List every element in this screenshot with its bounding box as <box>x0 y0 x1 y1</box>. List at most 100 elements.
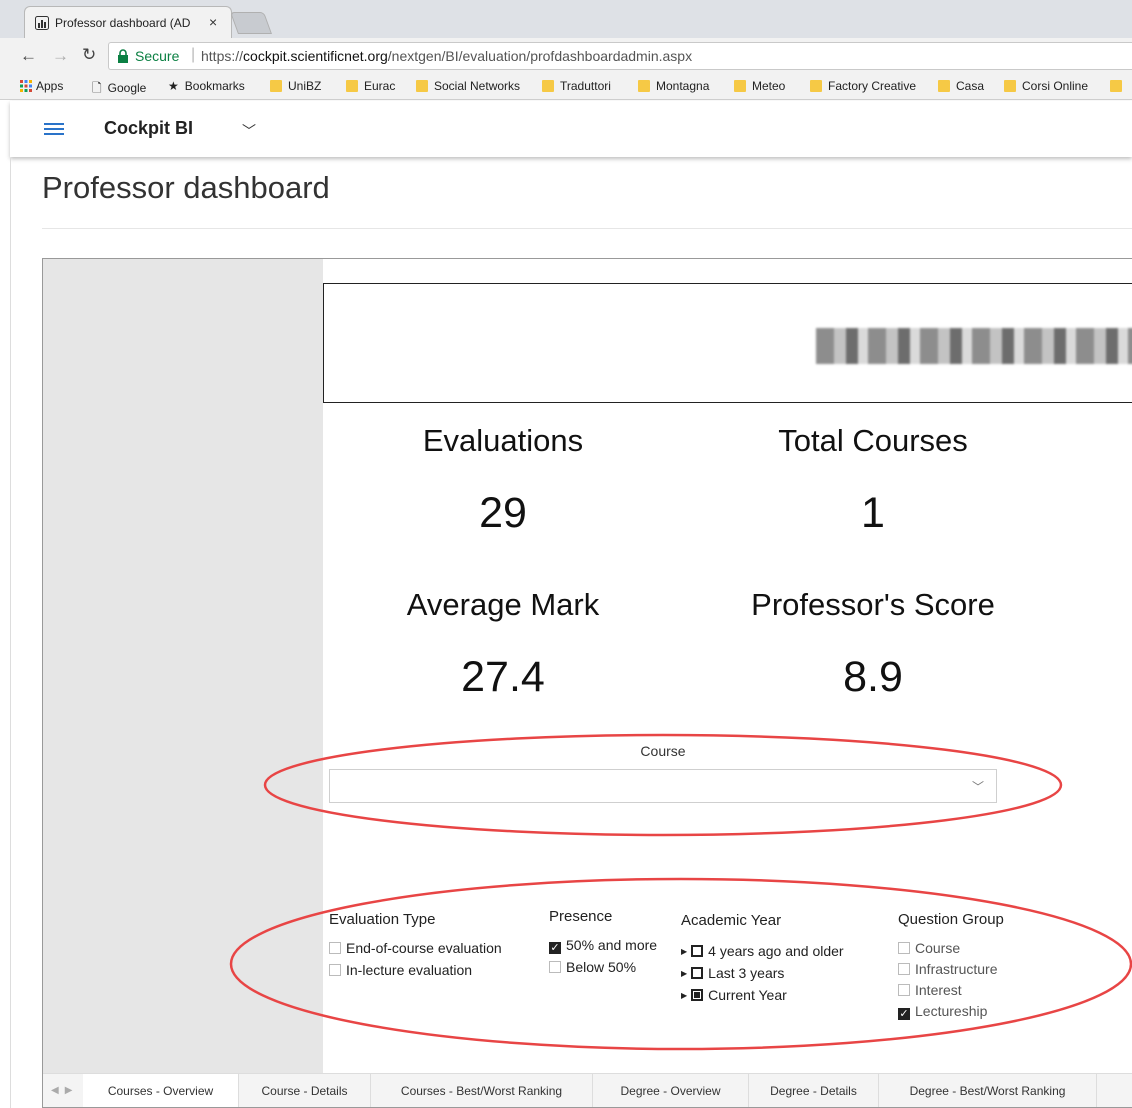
report-page-tabs: ◀▶ Courses - Overview Course - Details C… <box>43 1073 1132 1107</box>
close-tab-icon[interactable]: × <box>209 14 217 30</box>
course-filter-label: Course <box>640 743 686 759</box>
tab-degree-overview[interactable]: Degree - Overview <box>593 1074 749 1107</box>
tab-courses-best-worst-ranking[interactable]: Courses - Best/Worst Ranking <box>371 1074 593 1107</box>
bookmark-overflow[interactable] <box>1110 79 1128 93</box>
bookmark-social-networks[interactable]: Social Networks <box>416 79 520 93</box>
folder-icon <box>810 80 822 92</box>
checkbox-unchecked[interactable] <box>691 967 704 979</box>
page-title: Professor dashboard <box>42 170 330 205</box>
checkbox-unchecked[interactable] <box>898 963 910 975</box>
blurred-name-image <box>816 328 1132 364</box>
course-dropdown[interactable]: ﹀ <box>329 769 997 803</box>
chevron-down-icon[interactable]: ﹀ <box>972 778 984 795</box>
chevron-down-icon[interactable]: ﹀ <box>242 121 256 141</box>
checkbox-checked[interactable]: ✓ <box>549 942 561 954</box>
academic-year-title: Academic Year <box>681 912 782 929</box>
checkbox-partial[interactable] <box>691 989 704 1001</box>
presence-option-below-50[interactable]: Below 50% <box>549 959 636 975</box>
lock-icon <box>118 49 128 63</box>
question-group-option-infrastructure[interactable]: Infrastructure <box>898 961 997 977</box>
tab-scroll-arrows-icon[interactable]: ◀▶ <box>51 1085 78 1096</box>
back-arrow-icon[interactable]: ← <box>20 46 37 66</box>
tab-degree-details[interactable]: Degree - Details <box>749 1074 879 1107</box>
checkbox-unchecked[interactable] <box>329 964 341 976</box>
app-header: Cockpit BI ﹀ <box>10 101 1132 157</box>
checkbox-checked[interactable]: ✓ <box>898 1008 910 1020</box>
folder-icon <box>938 80 950 92</box>
total-courses-value: 1 <box>861 489 885 537</box>
folder-icon <box>638 80 650 92</box>
tab-degree-best-worst-ranking[interactable]: Degree - Best/Worst Ranking <box>879 1074 1097 1107</box>
tab-course-details[interactable]: Course - Details <box>239 1074 371 1107</box>
folder-icon <box>542 80 554 92</box>
evaluation-type-option-end-of-course[interactable]: End-of-course evaluation <box>329 940 502 956</box>
bookmarks-bar: Apps 🗋 Google ★ Bookmarks UniBZ Eurac Soci… <box>0 74 1132 100</box>
presence-option-50-and-more[interactable]: ✓ 50% and more <box>549 937 657 954</box>
bookmark-bookmarks[interactable]: ★ Bookmarks <box>168 79 245 93</box>
folder-icon <box>1110 80 1122 92</box>
hamburger-menu-icon[interactable] <box>44 123 64 137</box>
title-divider <box>42 228 1132 229</box>
bookmark-meteo[interactable]: Meteo <box>734 79 785 93</box>
apps-grid-icon <box>20 80 32 92</box>
checkbox-unchecked[interactable] <box>898 942 910 954</box>
star-icon: ★ <box>168 79 179 93</box>
question-group-title: Question Group <box>898 911 1004 928</box>
forward-arrow-icon[interactable]: → <box>52 46 69 66</box>
secure-label: Secure <box>135 48 180 64</box>
bookmark-casa[interactable]: Casa <box>938 79 984 93</box>
evaluations-label: Evaluations <box>422 423 584 458</box>
page-icon: 🗋 <box>92 81 102 95</box>
academic-year-option-4-years[interactable]: ▶ 4 years ago and older <box>681 943 844 959</box>
professor-score-label: Professor's Score <box>751 587 995 622</box>
question-group-option-interest[interactable]: Interest <box>898 982 962 998</box>
average-mark-label: Average Mark <box>406 587 600 622</box>
bookmark-traduttori[interactable]: Traduttori <box>542 79 611 93</box>
question-group-option-course[interactable]: Course <box>898 940 960 956</box>
checkbox-unchecked[interactable] <box>329 942 341 954</box>
expand-triangle-icon[interactable]: ▶ <box>681 991 687 1000</box>
total-courses-label: Total Courses <box>778 423 968 458</box>
browser-tab-title: Professor dashboard (AD <box>55 16 191 30</box>
checkbox-unchecked[interactable] <box>549 961 561 973</box>
checkbox-unchecked[interactable] <box>898 984 910 996</box>
report-canvas: Evaluations 29 Total Courses 1 Average M… <box>42 258 1132 1108</box>
left-border <box>10 158 11 1108</box>
professor-name-banner <box>323 283 1132 403</box>
checkbox-unchecked[interactable] <box>691 945 704 957</box>
bookmark-corsi-online[interactable]: Corsi Online <box>1004 79 1088 93</box>
bookmark-unibz[interactable]: UniBZ <box>270 79 321 93</box>
question-group-option-lectureship[interactable]: ✓ Lectureship <box>898 1003 987 1020</box>
bookmark-apps[interactable]: Apps <box>20 79 63 93</box>
new-tab-button[interactable] <box>229 12 273 34</box>
expand-triangle-icon[interactable]: ▶ <box>681 947 687 956</box>
bookmark-google[interactable]: 🗋 Google <box>92 79 146 100</box>
bookmark-eurac[interactable]: Eurac <box>346 79 395 93</box>
tab-courses-overview[interactable]: Courses - Overview <box>83 1074 239 1107</box>
browser-tab[interactable]: Professor dashboard (AD × <box>24 6 232 38</box>
folder-icon <box>416 80 428 92</box>
academic-year-option-last-3[interactable]: ▶ Last 3 years <box>681 965 784 981</box>
evaluation-type-title: Evaluation Type <box>329 911 436 928</box>
report-side-panel <box>43 259 323 1073</box>
report-favicon-icon <box>35 16 49 30</box>
academic-year-option-current[interactable]: ▶ Current Year <box>681 987 787 1003</box>
address-bar[interactable]: Secure | https://cockpit.scientificnet.o… <box>108 42 1132 70</box>
folder-icon <box>346 80 358 92</box>
app-title[interactable]: Cockpit BI <box>104 118 193 139</box>
browser-tab-strip: Professor dashboard (AD × <box>0 0 1132 38</box>
separator: | <box>191 46 196 63</box>
reload-icon[interactable]: ↻ <box>82 45 96 65</box>
folder-icon <box>1004 80 1016 92</box>
bookmark-montagna[interactable]: Montagna <box>638 79 709 93</box>
evaluation-type-option-in-lecture[interactable]: In-lecture evaluation <box>329 962 472 978</box>
presence-title: Presence <box>549 908 613 925</box>
bookmark-factory-creative[interactable]: Factory Creative <box>810 79 916 93</box>
url-text: https://cockpit.scientificnet.org/nextge… <box>201 48 693 64</box>
folder-icon <box>734 80 746 92</box>
expand-triangle-icon[interactable]: ▶ <box>681 969 687 978</box>
browser-toolbar: ← → ↻ Secure | https://cockpit.scientifi… <box>0 38 1132 74</box>
folder-icon <box>270 80 282 92</box>
average-mark-value: 27.4 <box>461 653 545 701</box>
professor-score-value: 8.9 <box>843 653 903 701</box>
